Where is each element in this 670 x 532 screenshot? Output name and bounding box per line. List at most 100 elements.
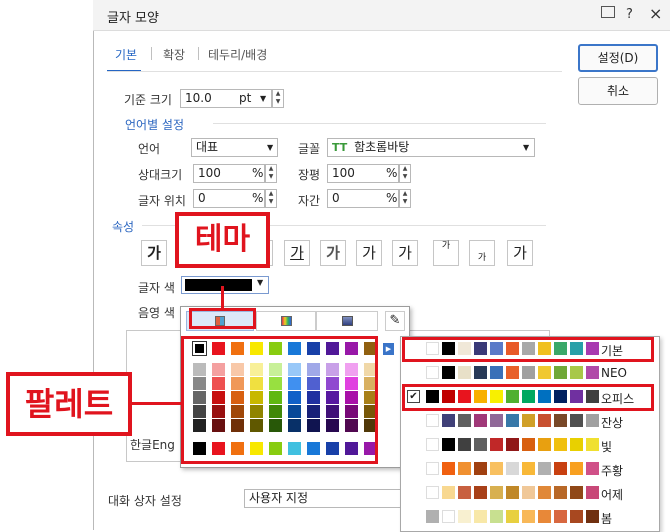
chevron-down-icon[interactable]: ▼ <box>257 278 263 287</box>
custom-color-icon <box>342 316 353 326</box>
superscript-glyph: 가 <box>441 241 451 251</box>
palette-row[interactable]: NEO <box>401 361 659 385</box>
custom-tab[interactable] <box>316 311 378 331</box>
ok-button[interactable]: 설정(D) <box>578 44 658 72</box>
palette-color-swatch <box>538 438 551 451</box>
underline-button[interactable]: 가 <box>284 240 310 266</box>
char-spacing-stepper[interactable]: ▲ ▼ <box>399 189 411 208</box>
small-caps-button[interactable]: 가 <box>507 240 533 266</box>
palette-color-swatch <box>586 366 599 379</box>
shade-color-label: 음영 색 <box>138 306 175 320</box>
palette-color-swatch <box>442 486 455 499</box>
chevron-down-icon[interactable]: ▼ <box>523 139 529 156</box>
palette-color-swatch <box>426 510 439 523</box>
palette-color-swatch <box>506 366 519 379</box>
section-divider <box>213 123 546 124</box>
dialog-settings-select[interactable]: 사용자 지정 <box>244 489 404 508</box>
cancel-button[interactable]: 취소 <box>578 77 658 105</box>
dialog-settings-label: 대화 상자 설정 <box>108 494 182 508</box>
palette-row[interactable]: 주황 <box>401 457 659 481</box>
char-position-input[interactable]: 0 % <box>193 189 265 208</box>
palette-color-swatch <box>442 414 455 427</box>
tab-basic[interactable]: 기본 <box>115 46 137 63</box>
basic-palette-highlight <box>402 337 654 362</box>
palette-color-swatch <box>442 366 455 379</box>
base-size-value: 10.0 <box>185 91 212 105</box>
font-select[interactable]: TT 함초롬바탕 ▼ <box>327 138 535 157</box>
palette-color-swatch <box>458 366 471 379</box>
palette-color-swatch <box>426 366 439 379</box>
spectrum-tab[interactable] <box>256 311 316 331</box>
palette-color-swatch <box>458 462 471 475</box>
palette-color-swatch <box>554 510 567 523</box>
palette-color-swatch <box>490 486 503 499</box>
shadow-button[interactable]: 가 <box>356 240 382 266</box>
palette-color-swatch <box>586 462 599 475</box>
char-spacing-value: 0 <box>332 191 340 205</box>
emboss-button[interactable]: 가 <box>392 240 418 266</box>
palette-name: 봄 <box>601 512 613 526</box>
outline-button[interactable]: 가 <box>320 240 346 266</box>
attributes-section-title: 속성 <box>112 220 135 234</box>
language-select[interactable]: 대표 ▼ <box>191 138 278 157</box>
palette-row[interactable]: 어제 <box>401 481 659 505</box>
palette-color-swatch <box>474 366 487 379</box>
language-section-title: 언어별 설정 <box>125 118 185 132</box>
text-color-picker[interactable]: ▼ <box>181 276 269 294</box>
help-icon[interactable]: ? <box>626 7 633 22</box>
palette-color-swatch <box>570 486 583 499</box>
relative-size-input[interactable]: 100 % <box>193 164 265 183</box>
palette-name: 잔상 <box>601 416 624 430</box>
bold-button[interactable]: 가 <box>141 240 167 266</box>
theme-callout: 테마 <box>175 212 270 268</box>
language-value: 대표 <box>196 140 219 154</box>
palette-color-swatch <box>458 414 471 427</box>
palette-color-swatch <box>522 462 535 475</box>
spectrum-icon <box>281 316 292 326</box>
palette-row[interactable]: 빛 <box>401 433 659 457</box>
palette-color-swatch <box>490 438 503 451</box>
palette-color-swatch <box>474 510 487 523</box>
base-size-unit: pt <box>239 91 252 105</box>
char-position-stepper[interactable]: ▲ ▼ <box>265 189 277 208</box>
palette-color-swatch <box>506 438 519 451</box>
palette-color-swatch <box>522 486 535 499</box>
subscript-button[interactable]: 가 <box>469 240 495 266</box>
palette-expand-arrow-icon[interactable]: ▶ <box>383 343 394 355</box>
palette-color-swatch <box>538 486 551 499</box>
language-label: 언어 <box>138 142 161 156</box>
tab-border-background[interactable]: 테두리/배경 <box>208 46 267 63</box>
base-size-input[interactable]: 10.0 pt ▼ <box>180 89 272 108</box>
char-position-unit: % <box>252 191 264 205</box>
width-ratio-stepper[interactable]: ▲ ▼ <box>399 164 411 183</box>
width-ratio-input[interactable]: 100 % <box>327 164 399 183</box>
palette-color-swatch <box>570 366 583 379</box>
base-size-label: 기준 크기 <box>124 93 172 107</box>
tab-divider <box>107 71 562 72</box>
superscript-button[interactable]: 가 <box>433 240 459 266</box>
palette-color-swatch <box>426 438 439 451</box>
dialog-title: 글자 모양 <box>107 11 159 26</box>
close-icon[interactable]: × <box>649 4 662 23</box>
palette-color-swatch <box>538 414 551 427</box>
base-size-stepper[interactable]: ▲ ▼ <box>272 89 284 108</box>
tab-extended[interactable]: 확장 <box>163 46 185 63</box>
palette-color-swatch <box>474 438 487 451</box>
palette-color-swatch <box>570 414 583 427</box>
relative-size-stepper[interactable]: ▲ ▼ <box>265 164 277 183</box>
palette-color-swatch <box>490 462 503 475</box>
chevron-down-icon[interactable]: ▼ <box>260 90 266 107</box>
eyedropper-icon[interactable]: ✎ <box>385 311 405 331</box>
font-value: 함초롬바탕 <box>354 140 410 154</box>
palette-color-swatch <box>490 414 503 427</box>
palette-row[interactable]: 잔상 <box>401 409 659 433</box>
char-spacing-input[interactable]: 0 % <box>327 189 399 208</box>
chevron-down-icon[interactable]: ▼ <box>267 139 273 156</box>
palette-row[interactable]: 봄 <box>401 505 659 529</box>
palette-list: 기본 NEO ✔ 오피스 잔상 빛 주황 어제 봄 <box>400 336 660 532</box>
palette-color-swatch <box>538 462 551 475</box>
palette-color-swatch <box>474 486 487 499</box>
pin-icon[interactable] <box>601 6 615 18</box>
title-bar <box>93 0 670 31</box>
palette-color-swatch <box>570 510 583 523</box>
